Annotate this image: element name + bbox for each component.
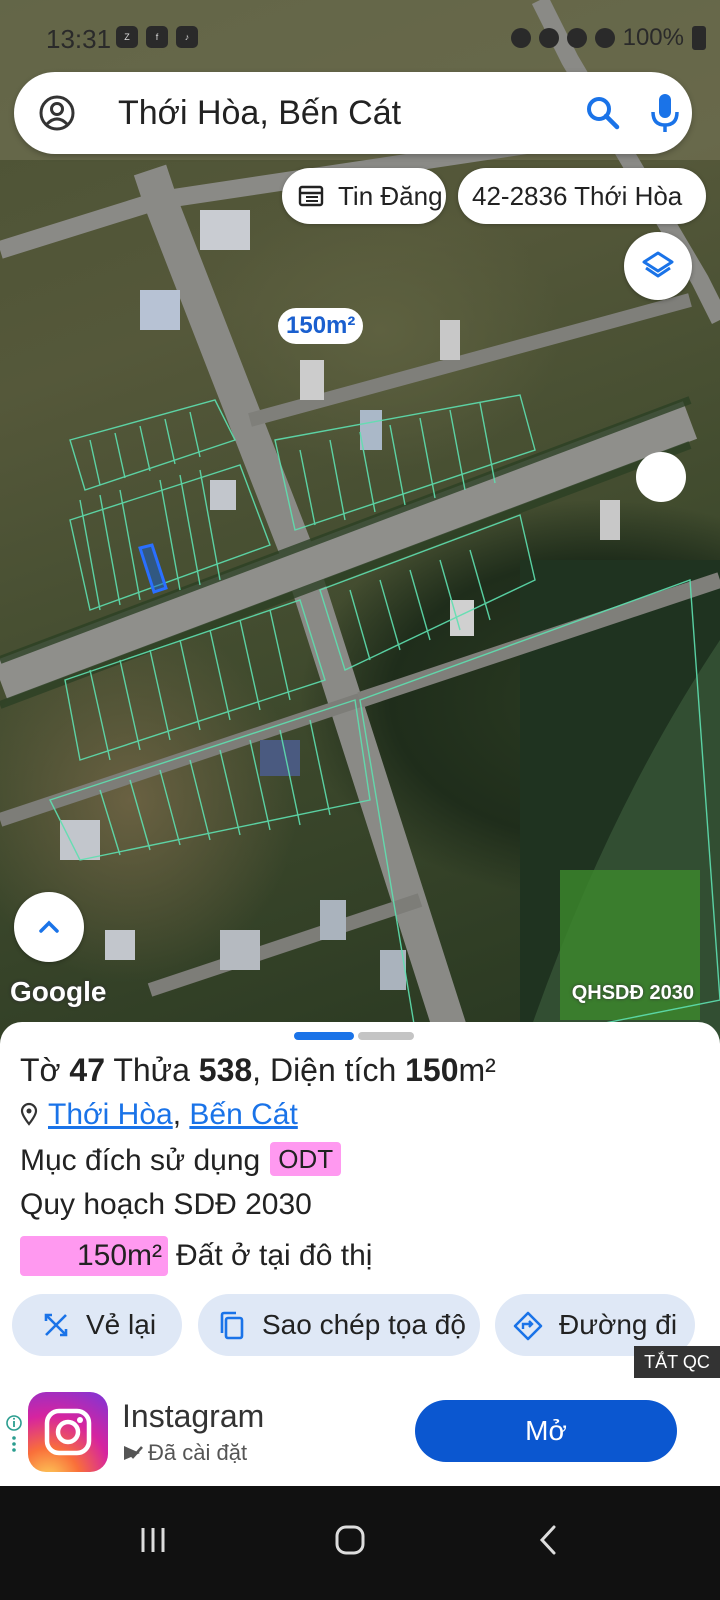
usage-code-badge: ODT — [270, 1142, 342, 1176]
instagram-app-icon[interactable] — [28, 1392, 108, 1472]
ad-banner[interactable]: Instagram Đã cài đặt Mở — [0, 1378, 720, 1486]
ad-app-name[interactable]: Instagram — [122, 1398, 264, 1435]
usage-row: Mục đích sử dụng ODT — [20, 1142, 342, 1178]
search-query[interactable]: Thới Hòa, Bến Cát — [118, 72, 401, 154]
google-logo: Google — [10, 976, 107, 1007]
map-layer-name: QHSDĐ 2030 — [571, 982, 694, 1004]
mute-icon — [538, 28, 559, 48]
recent-apps-icon[interactable] — [138, 1524, 168, 1556]
layers-button[interactable] — [624, 232, 692, 300]
facebook-icon: f — [146, 26, 168, 48]
location-separator: , — [172, 1098, 190, 1131]
sheet-page-indicator[interactable] — [358, 1032, 414, 1040]
wifi-icon — [594, 28, 615, 48]
sheet-page-indicator-active[interactable] — [294, 1032, 354, 1040]
parcel-info-sheet: Tờ 47 Thửa 538, Diện tích 150m² Thới Hòa… — [0, 1022, 720, 1378]
location-pin-icon — [20, 1102, 38, 1126]
copy-coordinates-label: Sao chép tọa độ — [262, 1309, 466, 1340]
zone-description: Đất ở tại đô thị — [176, 1239, 373, 1272]
ad-installed-status: Đã cài đặt — [122, 1440, 247, 1466]
back-icon[interactable] — [536, 1524, 560, 1556]
map-imagery — [0, 0, 720, 1060]
area-unit: m² — [458, 1052, 496, 1088]
system-navigation-bar — [0, 1486, 720, 1600]
zone-row: 150m² Đất ở tại đô thị — [20, 1236, 372, 1276]
redraw-button[interactable]: Vẻ lại — [12, 1294, 182, 1356]
map-area-label[interactable]: 150m² — [278, 308, 364, 344]
parcel-chip-label: 42-2836 Thới Hòa — [472, 181, 683, 211]
expand-sheet-button[interactable] — [14, 892, 84, 962]
ad-info-icon[interactable] — [4, 1414, 24, 1454]
ward-link[interactable]: Thới Hòa — [48, 1098, 173, 1131]
listings-chip-label: Tin Đăng — [338, 181, 443, 211]
alarm-icon — [510, 28, 531, 48]
layers-icon — [642, 251, 674, 278]
location-row: Thới Hòa, Bến Cát — [20, 1098, 298, 1132]
battery-icon — [692, 26, 706, 50]
district-link[interactable]: Bến Cát — [189, 1098, 297, 1131]
location-icon — [566, 28, 587, 48]
lot-number: 538 — [198, 1052, 253, 1088]
system-icons: 100% — [510, 24, 706, 52]
usage-label: Mục đích sử dụng — [20, 1144, 261, 1177]
copy-icon — [220, 1311, 244, 1340]
mic-icon[interactable] — [648, 92, 682, 134]
home-icon[interactable] — [334, 1524, 366, 1556]
installed-icon — [124, 1446, 143, 1460]
zone-area-bar: 150m² — [20, 1236, 168, 1276]
area-value: 150 — [405, 1052, 459, 1088]
satellite-map[interactable]: 13:31 Z f ♪ 100% Thới Hòa, Bến Cát Tin Đ… — [0, 0, 720, 1060]
directions-label: Đường đi — [559, 1309, 678, 1340]
open-app-button[interactable]: Mở — [415, 1400, 677, 1462]
listing-icon — [298, 185, 324, 207]
redraw-icon — [44, 1313, 68, 1337]
status-time: 13:31 — [46, 24, 112, 54]
notification-icons: Z f ♪ — [116, 26, 198, 48]
listings-chip[interactable]: Tin Đăng — [282, 168, 446, 224]
search-bar[interactable]: Thới Hòa, Bến Cát — [14, 72, 692, 154]
title-area-label: , Diện tích — [252, 1052, 406, 1088]
battery-percent: 100% — [622, 24, 684, 51]
status-bar: 13:31 Z f ♪ 100% — [0, 0, 720, 60]
map-marker-dot[interactable] — [636, 452, 686, 502]
title-sheet-label: Tờ — [20, 1052, 70, 1088]
title-lot-label: Thửa — [105, 1052, 199, 1088]
tiktok-icon: ♪ — [176, 26, 198, 48]
directions-icon — [513, 1311, 543, 1341]
account-icon[interactable] — [38, 94, 76, 132]
installed-label: Đã cài đặt — [148, 1440, 248, 1465]
chevron-up-icon — [39, 920, 59, 933]
zalo-icon: Z — [116, 26, 138, 48]
parcel-chip[interactable]: 42-2836 Thới Hòa — [458, 168, 706, 224]
redraw-label: Vẻ lại — [86, 1309, 157, 1340]
instagram-icon — [44, 1408, 92, 1456]
parcel-title: Tờ 47 Thửa 538, Diện tích 150m² — [20, 1052, 496, 1089]
sheet-number: 47 — [69, 1052, 106, 1088]
plan-label: Quy hoạch SDĐ 2030 — [20, 1188, 312, 1221]
search-icon[interactable] — [584, 94, 622, 132]
close-ad-button[interactable]: TẮT QC — [634, 1346, 720, 1378]
copy-coordinates-button[interactable]: Sao chép tọa độ — [198, 1294, 480, 1356]
